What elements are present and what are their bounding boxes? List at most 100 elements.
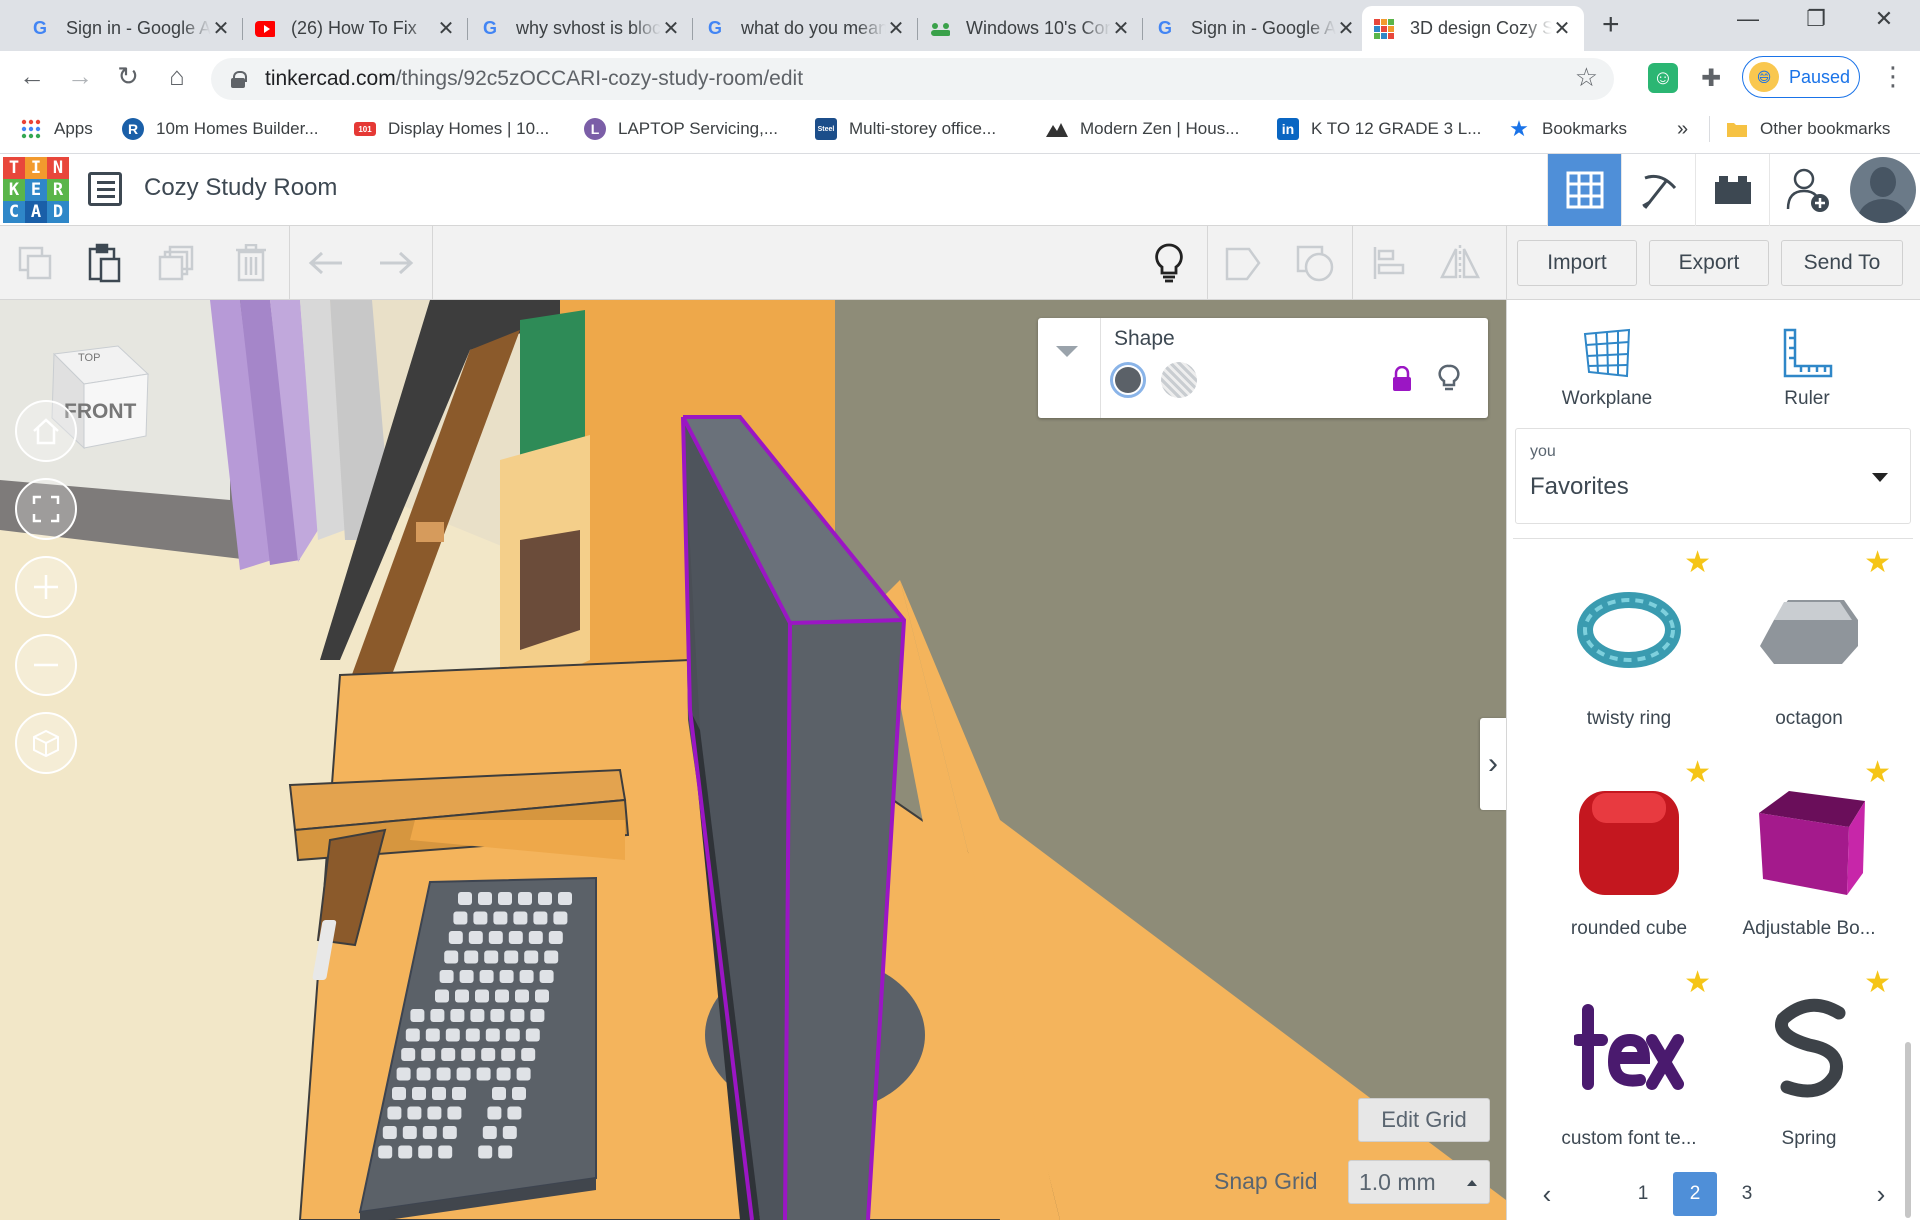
prev-page-button[interactable]: ‹ (1525, 1172, 1569, 1216)
bookmark-item[interactable]: Steel Multi-storey office... (815, 114, 996, 144)
octagon-shape-icon (1744, 570, 1874, 690)
page-button[interactable]: 3 (1725, 1172, 1769, 1216)
export-button[interactable]: Export (1649, 240, 1769, 286)
snap-grid-select[interactable]: 1.0 mm (1348, 1160, 1490, 1204)
close-tab-icon[interactable]: ✕ (1336, 16, 1356, 41)
reload-button[interactable]: ↻ (111, 61, 145, 92)
ortho-view-button[interactable] (15, 712, 77, 774)
3d-design-view-button[interactable] (1547, 154, 1621, 226)
home-button[interactable]: ⌂ (160, 61, 194, 92)
library-dropdown[interactable]: you Favorites (1515, 428, 1911, 524)
collapse-sidebar-button[interactable]: › (1480, 718, 1506, 810)
solid-color-button[interactable] (1110, 362, 1146, 398)
3d-viewport[interactable]: TOP FRONT Shape › Edit Grid Snap Grid 1.… (0, 300, 1506, 1220)
inspector-title: Shape (1114, 327, 1175, 350)
extension-icon[interactable]: ☺ (1648, 63, 1678, 93)
3d-scene[interactable] (0, 300, 1506, 1220)
zoom-out-button[interactable] (15, 634, 77, 696)
page-button-current[interactable]: 2 (1673, 1172, 1717, 1216)
bookmark-item[interactable]: in K TO 12 GRADE 3 L... (1277, 114, 1481, 144)
close-tab-icon[interactable]: ✕ (661, 16, 681, 41)
browser-tab[interactable]: G what do you mean ✕ (693, 6, 918, 51)
bookmark-label: 10m Homes Builder... (156, 119, 319, 138)
address-bar[interactable]: tinkercad.com/things/92c5zOCCARI-cozy-st… (211, 58, 1614, 100)
star-icon: ★ (1509, 116, 1529, 141)
forward-button[interactable]: → (63, 61, 97, 92)
browser-tab[interactable]: G why svhost is blocking ✕ (468, 6, 693, 51)
minimize-button[interactable]: — (1728, 6, 1768, 32)
align-icon[interactable] (1365, 240, 1411, 286)
copy-icon[interactable] (12, 240, 58, 286)
redo-icon[interactable] (373, 240, 419, 286)
bookmarks-overflow-button[interactable]: » (1677, 114, 1688, 144)
browser-tab[interactable]: Windows 10's Cortana ✕ (918, 6, 1143, 51)
bookmark-item[interactable]: R 10m Homes Builder... (122, 114, 319, 144)
bookmark-item[interactable]: ★ Bookmarks (1508, 114, 1627, 144)
browser-tab[interactable]: G Sign in - Google Accounts ✕ (18, 6, 243, 51)
send-to-button[interactable]: Send To (1781, 240, 1903, 286)
lock-icon[interactable] (1390, 365, 1414, 397)
keyboard-key (396, 1067, 411, 1081)
profile-paused-button[interactable]: 😄 Paused (1742, 56, 1860, 98)
other-bookmarks[interactable]: Other bookmarks (1726, 114, 1890, 144)
close-tab-icon[interactable]: ✕ (1552, 16, 1572, 41)
blocks-minecraft-button[interactable] (1621, 154, 1695, 226)
browser-tab[interactable]: (26) How To Fix ✕ (243, 6, 468, 51)
edit-grid-button[interactable]: Edit Grid (1358, 1098, 1490, 1142)
shape-card-adjustable-box[interactable]: ★ Adjustable Bo... (1719, 758, 1899, 968)
shape-card-rounded-cube[interactable]: ★ rounded cube (1539, 758, 1719, 968)
shape-card-custom-font-text[interactable]: ★ custom font te... (1539, 968, 1719, 1178)
home-view-button[interactable] (15, 400, 77, 462)
close-tab-icon[interactable]: ✕ (1111, 16, 1131, 41)
close-tab-icon[interactable]: ✕ (211, 16, 231, 41)
chrome-menu-icon[interactable]: ⋮ (1880, 61, 1906, 92)
close-tab-icon[interactable]: ✕ (886, 16, 906, 41)
keyboard-key (458, 892, 472, 905)
lightbulb-icon[interactable] (1146, 240, 1192, 286)
fit-view-button[interactable] (15, 478, 77, 540)
page-button[interactable]: 1 (1621, 1172, 1665, 1216)
mirror-icon[interactable] (1437, 240, 1483, 286)
keyboard-key (444, 950, 459, 964)
workplane-tool[interactable]: Workplane (1537, 320, 1677, 410)
bookmark-item[interactable]: 101 Display Homes | 10... (354, 114, 549, 144)
duplicate-icon[interactable] (154, 240, 200, 286)
close-window-button[interactable]: ✕ (1864, 6, 1904, 32)
user-avatar[interactable] (1850, 157, 1916, 223)
shape-card-twisty-ring[interactable]: ★ twisty ring (1539, 548, 1719, 758)
paste-icon[interactable] (82, 240, 128, 286)
tinkercad-logo[interactable]: T I N K E R C A D (3, 157, 69, 223)
close-tab-icon[interactable]: ✕ (436, 16, 456, 41)
new-tab-button[interactable]: + (1602, 8, 1620, 42)
undo-icon[interactable] (303, 240, 349, 286)
bookmark-apps[interactable]: Apps (20, 114, 93, 144)
ungroup-icon[interactable] (1292, 240, 1338, 286)
shape-card-octagon[interactable]: ★ octagon (1719, 548, 1899, 758)
bookmark-star-icon[interactable]: ☆ (1575, 62, 1598, 93)
browser-tab-active[interactable]: 3D design Cozy Study Room ✕ (1362, 6, 1584, 51)
bookmark-item[interactable]: L LAPTOP Servicing,... (584, 114, 778, 144)
import-button[interactable]: Import (1517, 240, 1637, 286)
keyboard-key (401, 1048, 416, 1061)
shape-card-spring[interactable]: ★ Spring (1719, 968, 1899, 1178)
view-cube-top-label[interactable]: TOP (78, 352, 100, 364)
ruler-tool[interactable]: Ruler (1737, 320, 1877, 410)
next-page-button[interactable]: › (1859, 1172, 1903, 1216)
tab-title: Windows 10's Cortana (966, 18, 1111, 38)
keyboard-key (476, 1067, 491, 1081)
bookmark-item[interactable]: Modern Zen | Hous... (1046, 114, 1239, 144)
project-title[interactable]: Cozy Study Room (144, 174, 337, 202)
design-list-icon[interactable] (88, 172, 122, 206)
back-button[interactable]: ← (15, 61, 49, 92)
restore-button[interactable]: ❐ (1796, 6, 1836, 32)
extensions-puzzle-icon[interactable]: ✚ (1696, 63, 1726, 93)
zoom-in-button[interactable] (15, 556, 77, 618)
collapse-inspector-icon[interactable] (1056, 346, 1078, 357)
browser-tab[interactable]: G Sign in - Google Accounts ✕ (1143, 6, 1368, 51)
bricks-view-button[interactable] (1695, 154, 1769, 226)
hole-button[interactable] (1161, 362, 1197, 398)
delete-icon[interactable] (228, 240, 274, 286)
lightbulb-icon[interactable] (1438, 364, 1460, 399)
group-icon[interactable] (1220, 240, 1266, 286)
invite-user-button[interactable] (1769, 154, 1843, 226)
